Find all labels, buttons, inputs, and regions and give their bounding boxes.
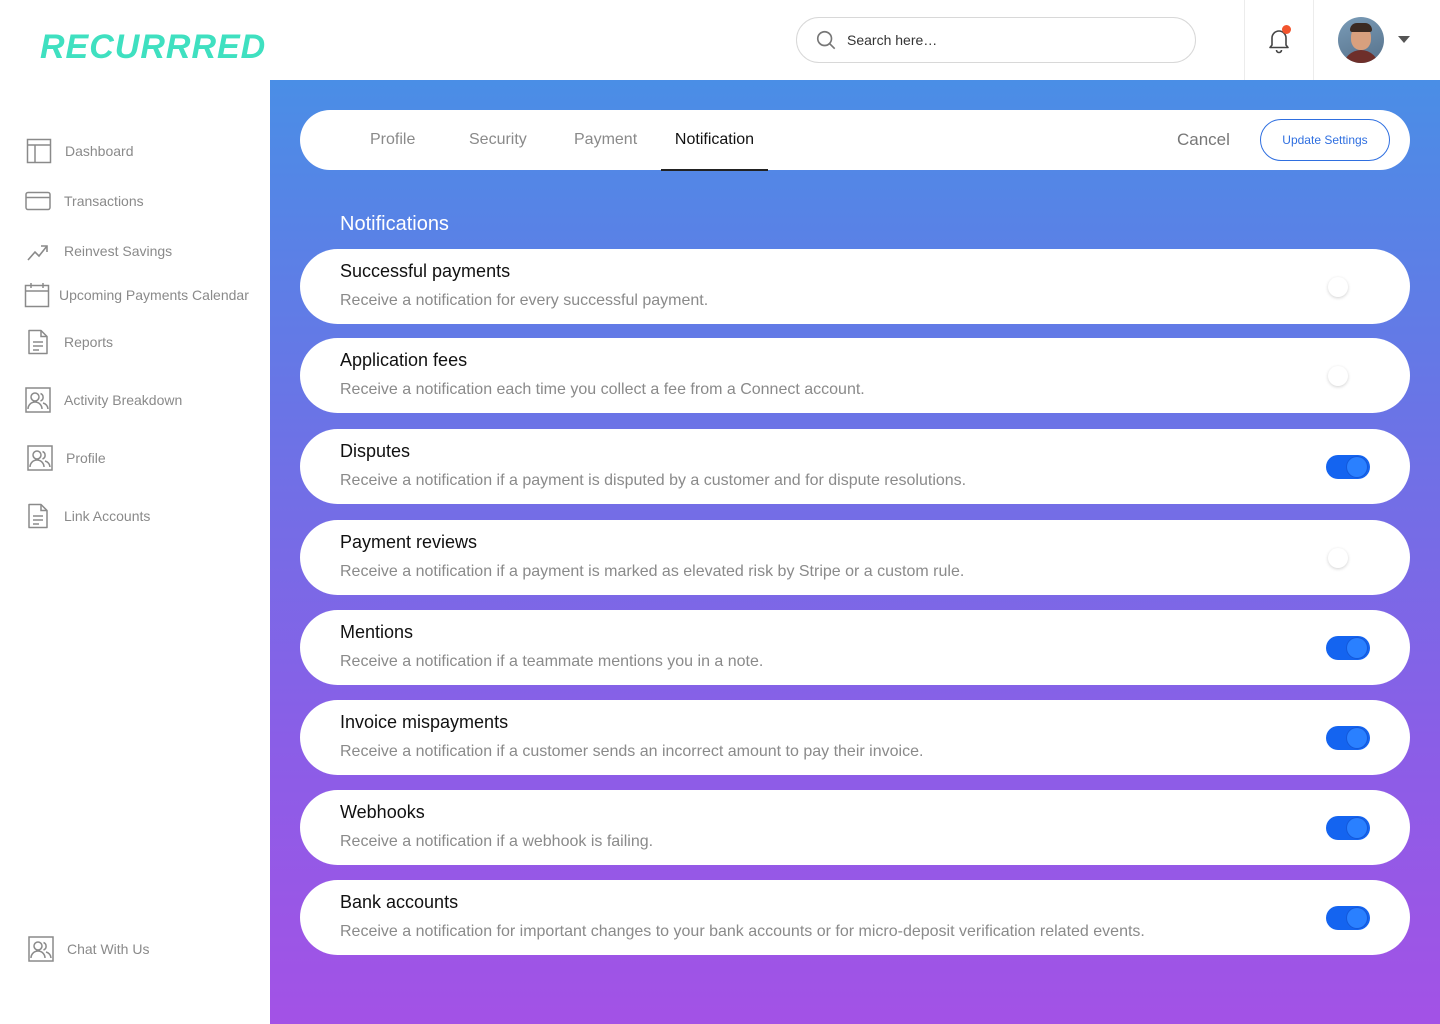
notification-title: Successful payments <box>340 261 511 281</box>
sidebar-item-profile[interactable]: Profile <box>27 445 106 471</box>
notification-title: Mentions <box>340 622 414 642</box>
document-icon <box>28 329 48 355</box>
sidebar-item-label: Chat With Us <box>67 941 150 957</box>
notification-title: Bank accounts <box>340 892 459 912</box>
tab-notification[interactable]: Notification <box>661 110 768 170</box>
sidebar-item-label: Dashboard <box>65 143 134 159</box>
notification-card: Bank accounts Receive a notification for… <box>300 880 1410 955</box>
tab-profile[interactable]: Profile <box>370 110 415 170</box>
credit-card-icon <box>25 191 51 211</box>
sidebar-item-reports[interactable]: Reports <box>25 329 113 355</box>
sidebar-item-reinvest-savings[interactable]: Reinvest Savings <box>25 238 172 264</box>
active-tab-indicator <box>661 169 768 171</box>
sidebar-item-activity-breakdown[interactable]: Activity Breakdown <box>25 387 182 413</box>
notification-title: Webhooks <box>340 802 425 822</box>
sidebar-item-chat-with-us[interactable]: Chat With Us <box>28 936 149 962</box>
sidebar-item-label: Reinvest Savings <box>64 243 173 259</box>
update-settings-button[interactable]: Update Settings <box>1260 119 1390 161</box>
search-icon <box>816 30 836 50</box>
notification-title: Invoice mispayments <box>340 712 509 732</box>
chevron-down-icon[interactable] <box>1398 36 1410 43</box>
sidebar-item-label: Upcoming Payments Calendar <box>59 287 249 303</box>
notification-card: Disputes Receive a notification if a pay… <box>300 429 1410 504</box>
notification-title: Disputes <box>340 441 411 461</box>
notification-description: Receive a notification if a payment is d… <box>340 472 967 489</box>
search-input[interactable] <box>847 32 1167 48</box>
header-divider <box>1244 0 1245 80</box>
notification-description: Receive a notification each time you col… <box>340 381 865 398</box>
trending-up-icon <box>27 245 48 261</box>
users-icon <box>25 387 51 413</box>
sidebar-item-label: Transactions <box>64 193 144 209</box>
notification-card: Mentions Receive a notification if a tea… <box>300 610 1410 685</box>
notification-toggle[interactable] <box>1326 906 1370 930</box>
sidebar-item-link-accounts[interactable]: Link Accounts <box>25 503 150 529</box>
sidebar-item-upcoming-payments-calendar[interactable]: Upcoming Payments Calendar <box>24 282 249 308</box>
notification-description: Receive a notification for every success… <box>340 292 709 309</box>
notification-toggle[interactable] <box>1326 546 1370 570</box>
notification-toggle[interactable] <box>1326 275 1370 299</box>
sidebar-item-label: Profile <box>66 450 106 466</box>
notification-toggle[interactable] <box>1326 455 1370 479</box>
document-icon <box>28 503 48 529</box>
notification-card: Webhooks Receive a notification if a web… <box>300 790 1410 865</box>
search-bar[interactable] <box>796 17 1196 63</box>
notification-title: Application fees <box>340 350 468 370</box>
sidebar-item-dashboard[interactable]: Dashboard <box>26 138 134 164</box>
notification-card: Application fees Receive a notification … <box>300 338 1410 413</box>
notification-card: Payment reviews Receive a notification i… <box>300 520 1410 595</box>
dashboard-icon <box>26 138 52 164</box>
notification-toggle[interactable] <box>1326 364 1370 388</box>
cancel-button[interactable]: Cancel <box>1177 110 1230 170</box>
sidebar-item-label: Reports <box>64 334 114 350</box>
notification-description: Receive a notification if a customer sen… <box>340 743 924 760</box>
users-icon <box>28 936 54 962</box>
main-content: Profile Security Payment Notification Ca… <box>270 80 1440 1024</box>
users-icon <box>27 445 53 471</box>
sidebar-item-transactions[interactable]: Transactions <box>25 188 144 214</box>
app-logo[interactable]: RECURRRED <box>40 28 266 67</box>
header-divider <box>1313 0 1314 80</box>
notification-badge <box>1282 25 1291 34</box>
tab-security[interactable]: Security <box>469 110 527 170</box>
notification-description: Receive a notification if a webhook is f… <box>340 833 654 850</box>
section-title: Notifications <box>340 213 449 235</box>
notification-description: Receive a notification if a payment is m… <box>340 563 965 580</box>
notification-title: Payment reviews <box>340 532 478 552</box>
sidebar-item-label: Activity Breakdown <box>64 392 183 408</box>
notification-toggle[interactable] <box>1326 636 1370 660</box>
avatar[interactable] <box>1338 17 1384 63</box>
sidebar-item-label: Link Accounts <box>64 508 151 524</box>
settings-tabbar: Profile Security Payment Notification Ca… <box>300 110 1410 171</box>
notification-toggle[interactable] <box>1326 726 1370 750</box>
calendar-icon <box>24 283 50 308</box>
notification-description: Receive a notification if a teammate men… <box>340 653 764 670</box>
tab-payment[interactable]: Payment <box>574 110 637 170</box>
notification-toggle[interactable] <box>1326 816 1370 840</box>
notification-description: Receive a notification for important cha… <box>340 923 1145 940</box>
notification-card: Successful payments Receive a notificati… <box>300 249 1410 324</box>
notification-card: Invoice mispayments Receive a notificati… <box>300 700 1410 775</box>
